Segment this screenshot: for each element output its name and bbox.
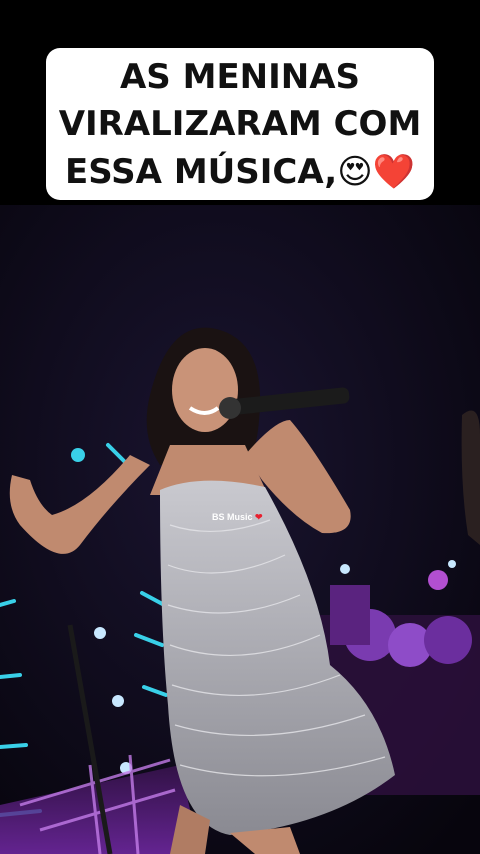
watermark-text: BS Music — [212, 512, 253, 522]
watermark: BS Music ❤ — [212, 512, 263, 523]
caption-line-2: VIRALIZARAM COM — [58, 104, 422, 144]
heart-icon: ❤ — [255, 512, 263, 522]
caption-line-3: ESSA MÚSICA,😍❤️ — [65, 152, 415, 192]
video-frame[interactable] — [0, 205, 480, 854]
caption-line-1: AS MENINAS — [119, 57, 361, 97]
